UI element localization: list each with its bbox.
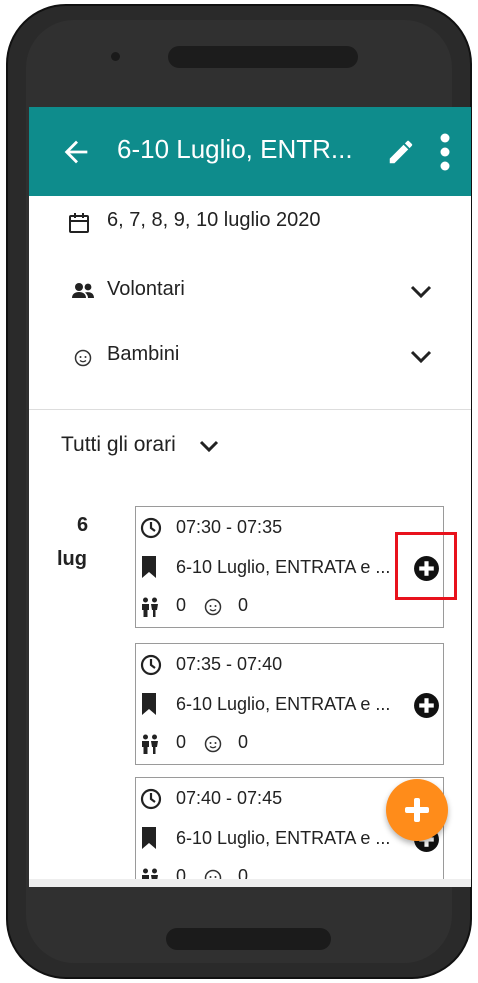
baby-face-icon	[204, 598, 222, 616]
phone-speaker	[168, 46, 358, 68]
chevron-down-icon[interactable]	[410, 285, 432, 299]
pencil-icon[interactable]	[386, 137, 416, 167]
baby-face-icon	[204, 735, 222, 753]
time-slot-card[interactable]: 07:35 - 07:40 6-10 Luglio, ENTRATA e ...…	[135, 643, 444, 765]
bookmark-icon	[142, 827, 156, 849]
children-row[interactable]: Bambini	[29, 338, 471, 378]
plus-circle-icon[interactable]	[413, 692, 440, 719]
people-icon	[142, 597, 158, 617]
app-screen: 6-10 Luglio, ENTR... 6, 7, 8, 9, 10 lugl…	[29, 107, 471, 887]
event-dates: 6, 7, 8, 9, 10 luglio 2020	[107, 209, 321, 231]
clock-icon	[140, 517, 162, 539]
volunteers-row[interactable]: Volontari	[29, 273, 471, 313]
children-label: Bambini	[107, 343, 180, 365]
volunteer-count: 0	[176, 732, 187, 752]
chevron-down-icon[interactable]	[199, 440, 219, 453]
slot-time: 07:40 - 07:45	[176, 788, 283, 808]
page-title: 6-10 Luglio, ENTR...	[117, 134, 353, 164]
children-count: 0	[238, 732, 249, 752]
bookmark-icon	[142, 556, 156, 578]
add-fab-button[interactable]	[386, 779, 448, 841]
baby-face-icon	[74, 349, 92, 367]
highlight-box	[395, 532, 457, 600]
event-dates-row: 6, 7, 8, 9, 10 luglio 2020	[29, 205, 471, 245]
volunteer-count: 0	[176, 595, 187, 615]
people-icon	[72, 283, 94, 298]
slot-time: 07:30 - 07:35	[176, 517, 283, 537]
plus-icon	[405, 798, 429, 822]
app-bar: 6-10 Luglio, ENTR...	[29, 107, 471, 196]
day-month: lug	[57, 548, 87, 570]
calendar-icon	[69, 213, 89, 233]
slot-time: 07:35 - 07:40	[176, 654, 283, 674]
chevron-down-icon[interactable]	[410, 350, 432, 364]
slot-name: 6-10 Luglio, ENTRATA e ...	[176, 828, 391, 848]
children-count: 0	[238, 595, 249, 615]
section-divider	[29, 409, 471, 410]
screen-bottom-edge	[29, 879, 471, 887]
bookmark-icon	[142, 693, 156, 715]
phone-home-bar	[166, 928, 331, 950]
slot-name: 6-10 Luglio, ENTRATA e ...	[176, 557, 391, 577]
more-vert-icon[interactable]	[439, 133, 451, 171]
day-number: 6	[77, 514, 89, 536]
clock-icon	[140, 654, 162, 676]
people-icon	[142, 734, 158, 754]
volunteers-label: Volontari	[107, 278, 185, 300]
clock-icon	[140, 788, 162, 810]
slot-name: 6-10 Luglio, ENTRATA e ...	[176, 694, 391, 714]
time-filter-label[interactable]: Tutti gli orari	[61, 433, 176, 457]
back-arrow-icon[interactable]	[59, 135, 93, 169]
phone-camera	[111, 52, 120, 61]
